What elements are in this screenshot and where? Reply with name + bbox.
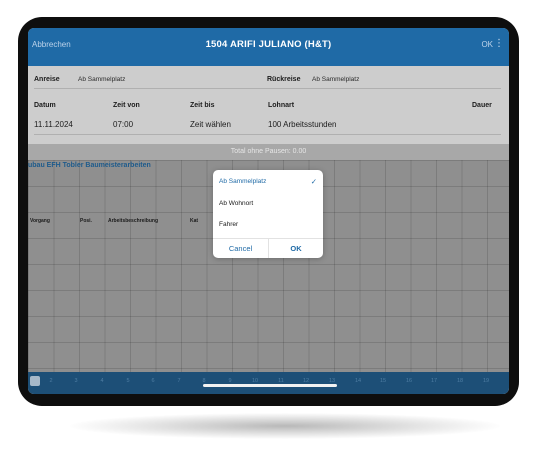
dialog-cancel-button[interactable]: Cancel — [213, 239, 268, 258]
option-label: Ab Sammelplatz — [219, 178, 267, 185]
day-number[interactable]: 14 — [351, 378, 365, 384]
col-dauer: Dauer — [472, 102, 492, 109]
table-header-posi: Posi. — [80, 218, 92, 224]
day-number[interactable]: 18 — [453, 378, 467, 384]
datum-field[interactable]: 11.11.2024 — [34, 120, 73, 129]
col-zeit-bis: Zeit bis — [190, 102, 215, 109]
day-number[interactable]: 4 — [95, 378, 109, 384]
time-entry-form: Anreise Ab Sammelplatz Rückreise Ab Samm… — [28, 66, 509, 144]
day-number[interactable]: 3 — [69, 378, 83, 384]
more-vertical-icon[interactable]: ⋮ — [494, 38, 504, 49]
table-header-vorgang: Vorgang — [30, 218, 50, 224]
option-fahrer[interactable]: Fahrer — [213, 215, 323, 235]
project-title: ubau EFH Tobler Baumeisterarbeiten — [28, 162, 151, 169]
rueckreise-label: Rückreise — [267, 76, 301, 83]
option-label: Ab Wohnort — [219, 200, 254, 207]
day-number[interactable]: 6 — [146, 378, 160, 384]
option-label: Fahrer — [219, 221, 239, 228]
day-number[interactable]: 5 — [121, 378, 135, 384]
dialog-button-row: Cancel OK — [213, 238, 323, 258]
day-number[interactable]: 19 — [479, 378, 493, 384]
col-datum: Datum — [34, 102, 56, 109]
table-header-arbeitsbeschreibung: Arbeitsbeschreibung — [108, 218, 159, 224]
col-lohnart: Lohnart — [268, 102, 295, 109]
device-shadow — [70, 413, 500, 439]
anreise-field[interactable]: Ab Sammelplatz — [78, 76, 125, 83]
home-indicator[interactable] — [203, 384, 337, 387]
option-ab-wohnort[interactable]: Ab Wohnort — [213, 194, 323, 214]
app-header: Abbrechen 1504 ARIFI JULIANO (H&T) OK ⋮ — [28, 28, 509, 66]
page-title: 1504 ARIFI JULIANO (H&T) — [205, 39, 332, 50]
rueckreise-field[interactable]: Ab Sammelplatz — [312, 76, 359, 83]
day-number[interactable]: 15 — [376, 378, 390, 384]
lohnart-field[interactable]: 100 Arbeitsstunden — [268, 120, 337, 129]
option-ab-sammelplatz[interactable]: Ab Sammelplatz ✓ — [213, 172, 323, 192]
day-number[interactable]: 16 — [402, 378, 416, 384]
anreise-picker-dialog: Ab Sammelplatz ✓ Ab Wohnort Fahrer Cance… — [213, 170, 323, 258]
col-zeit-von: Zeit von — [113, 102, 140, 109]
anreise-label: Anreise — [34, 76, 60, 83]
total-summary: Total ohne Pausen: 0.00 — [28, 144, 509, 160]
day-number[interactable]: 2 — [44, 378, 58, 384]
header-ok-button[interactable]: OK — [481, 40, 493, 49]
table-header-kat: Kat — [190, 218, 199, 224]
checkmark-icon: ✓ — [310, 177, 317, 186]
zeit-bis-field[interactable]: Zeit wählen — [190, 120, 231, 129]
day-selected-marker[interactable] — [30, 376, 40, 386]
app-screen: Abbrechen 1504 ARIFI JULIANO (H&T) OK ⋮ … — [28, 28, 509, 394]
dialog-ok-button[interactable]: OK — [268, 239, 323, 258]
zeit-von-field[interactable]: 07:00 — [113, 120, 133, 129]
day-selector-bar: 2 3 4 5 6 7 8 9 10 11 12 13 14 15 16 17 … — [28, 372, 509, 394]
divider — [34, 134, 501, 135]
day-number[interactable]: 7 — [172, 378, 186, 384]
day-number[interactable]: 17 — [427, 378, 441, 384]
divider — [34, 88, 501, 89]
